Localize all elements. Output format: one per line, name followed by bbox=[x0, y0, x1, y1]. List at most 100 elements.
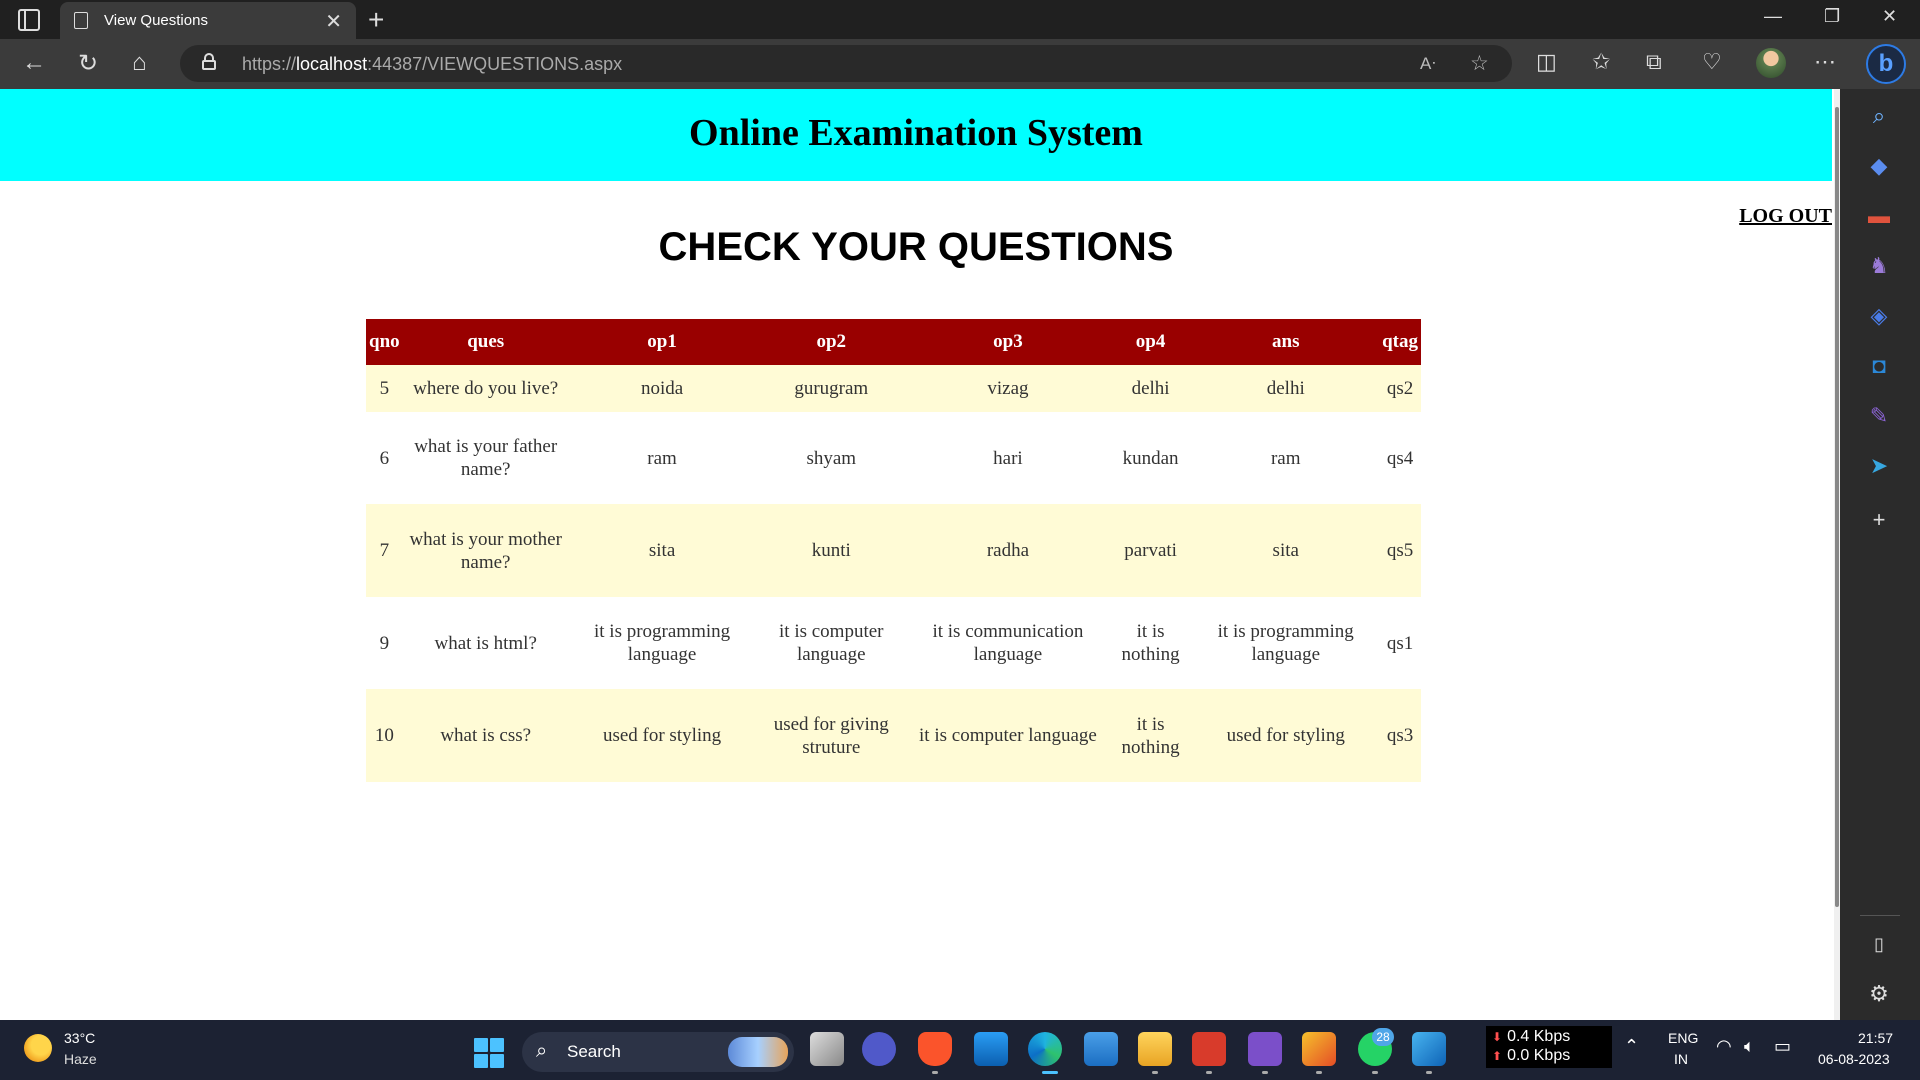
site-title: Online Examination System bbox=[689, 112, 1143, 154]
tab-actions-icon[interactable] bbox=[18, 9, 40, 31]
cell-ques: what is your mother name? bbox=[402, 504, 569, 597]
copilot-icon[interactable]: ◈ bbox=[1864, 301, 1894, 331]
cell-qtag: qs4 bbox=[1379, 412, 1421, 504]
cell-qno: 9 bbox=[366, 597, 403, 689]
lock-icon[interactable] bbox=[202, 53, 216, 70]
remote-desktop-icon[interactable] bbox=[974, 1032, 1008, 1066]
tab-title: View Questions bbox=[104, 12, 208, 29]
battery-icon[interactable]: ▭ bbox=[1774, 1036, 1791, 1057]
profile-avatar[interactable] bbox=[1756, 48, 1786, 78]
bing-copilot-icon[interactable]: b bbox=[1866, 44, 1906, 84]
cell-ans: it is programming language bbox=[1192, 597, 1380, 689]
favorites-icon[interactable]: ✩ bbox=[1592, 49, 1610, 75]
address-bar[interactable]: https://localhost:44387/VIEWQUESTIONS.as… bbox=[180, 45, 1512, 82]
cell-ques: what is your father name? bbox=[402, 412, 569, 504]
cell-qno: 10 bbox=[366, 689, 403, 782]
refresh-icon[interactable]: ↻ bbox=[78, 49, 98, 78]
brave-browser-icon[interactable] bbox=[918, 1032, 952, 1066]
cell-qtag: qs2 bbox=[1379, 365, 1421, 412]
more-options-icon[interactable]: ⋯ bbox=[1814, 49, 1836, 75]
close-tab-icon[interactable]: ✕ bbox=[325, 9, 342, 34]
table-row: 10 what is css? used for styling used fo… bbox=[366, 689, 1421, 782]
sticky-notes-icon[interactable] bbox=[1302, 1032, 1336, 1066]
download-speed: ⬇ 0.4 Kbps bbox=[1492, 1028, 1571, 1045]
column-header: op1 bbox=[568, 319, 756, 365]
wps-office-icon[interactable] bbox=[1192, 1032, 1226, 1066]
games-icon[interactable]: ♞ bbox=[1864, 251, 1894, 281]
cell-qno: 6 bbox=[366, 412, 403, 504]
teams-chat-icon[interactable] bbox=[862, 1032, 896, 1066]
taskbar-search[interactable]: ⌕ Search bbox=[522, 1032, 794, 1072]
questions-table: qno ques op1 op2 op3 op4 ans qtag 5 wher… bbox=[366, 319, 1421, 782]
add-icon[interactable]: + bbox=[1864, 505, 1894, 535]
column-header: op4 bbox=[1108, 319, 1193, 365]
cell-qtag: qs3 bbox=[1379, 689, 1421, 782]
taskbar: 33°C Haze ⌕ Search 28 ⬇0.4 Kbps ⬆0.0 K bbox=[0, 1020, 1920, 1080]
task-view-icon[interactable] bbox=[810, 1032, 844, 1066]
wifi-icon[interactable]: ◠ bbox=[1716, 1036, 1732, 1057]
language-indicator[interactable]: ENG bbox=[1668, 1030, 1698, 1046]
table-row: 9 what is html? it is programming langua… bbox=[366, 597, 1421, 689]
clock-time[interactable]: 21:57 bbox=[1858, 1030, 1893, 1046]
hide-sidebar-icon[interactable]: ▯ bbox=[1864, 929, 1894, 959]
region-indicator[interactable]: IN bbox=[1674, 1051, 1688, 1067]
file-explorer-icon[interactable] bbox=[1138, 1032, 1172, 1066]
restore-button[interactable]: ❐ bbox=[1824, 6, 1840, 27]
visual-studio-icon[interactable] bbox=[1248, 1032, 1282, 1066]
web-page: Online Examination System LOG OUT CHECK … bbox=[0, 89, 1834, 1020]
cell-qtag: qs5 bbox=[1379, 504, 1421, 597]
url-text[interactable]: https://localhost:44387/VIEWQUESTIONS.as… bbox=[242, 54, 622, 75]
shopping-tag-icon[interactable]: ◆ bbox=[1864, 151, 1894, 181]
minimize-button[interactable]: — bbox=[1764, 6, 1782, 27]
tab-view-questions[interactable]: View Questions ✕ bbox=[60, 2, 356, 39]
photos-icon[interactable] bbox=[1412, 1032, 1446, 1066]
weather-description[interactable]: Haze bbox=[64, 1051, 97, 1067]
running-indicator bbox=[1316, 1071, 1322, 1074]
cell-op3: radha bbox=[907, 504, 1109, 597]
close-window-button[interactable]: ✕ bbox=[1882, 6, 1897, 27]
favorite-star-icon[interactable]: ☆ bbox=[1470, 51, 1489, 76]
cell-qno: 5 bbox=[366, 365, 403, 412]
chevron-up-icon[interactable]: ⌃ bbox=[1624, 1036, 1639, 1057]
tab-bar: View Questions ✕ + — ❐ ✕ bbox=[0, 0, 1920, 39]
active-indicator bbox=[1042, 1071, 1058, 1074]
notification-badge: 28 bbox=[1372, 1028, 1394, 1046]
edge-browser-icon[interactable] bbox=[1028, 1032, 1062, 1066]
designer-icon[interactable]: ✎ bbox=[1864, 401, 1894, 431]
clock-date[interactable]: 06-08-2023 bbox=[1818, 1051, 1890, 1067]
outlook-icon[interactable]: ◘ bbox=[1864, 351, 1894, 381]
running-indicator bbox=[1372, 1071, 1378, 1074]
cell-op3: hari bbox=[907, 412, 1109, 504]
back-icon[interactable]: ← bbox=[22, 49, 46, 77]
tools-icon[interactable]: ▬ bbox=[1864, 201, 1894, 231]
weather-temperature[interactable]: 33°C bbox=[64, 1030, 95, 1046]
cell-ans: sita bbox=[1192, 504, 1380, 597]
new-tab-button[interactable]: + bbox=[368, 4, 384, 36]
upload-speed: ⬆ 0.0 Kbps bbox=[1492, 1047, 1571, 1064]
cell-op4: it is nothing bbox=[1108, 689, 1193, 782]
scrollbar-thumb[interactable] bbox=[1835, 107, 1839, 907]
cell-ques: what is css? bbox=[402, 689, 569, 782]
send-icon[interactable]: ➤ bbox=[1864, 451, 1894, 481]
search-icon[interactable]: ⌕ bbox=[1864, 101, 1894, 131]
mail-icon[interactable] bbox=[1084, 1032, 1118, 1066]
search-icon: ⌕ bbox=[536, 1040, 548, 1062]
cell-op2: kunti bbox=[755, 504, 908, 597]
split-screen-icon[interactable]: ◫ bbox=[1536, 49, 1557, 75]
home-icon[interactable]: ⌂ bbox=[132, 49, 147, 77]
cell-op4: kundan bbox=[1108, 412, 1193, 504]
read-aloud-icon[interactable]: Aᐧ bbox=[1420, 54, 1436, 74]
column-header: qno bbox=[366, 319, 403, 365]
collections-icon[interactable]: ⧉ bbox=[1646, 49, 1662, 75]
performance-icon[interactable]: ♡ bbox=[1702, 49, 1722, 75]
settings-gear-icon[interactable]: ⚙ bbox=[1864, 979, 1894, 1009]
cell-op4: it is nothing bbox=[1108, 597, 1193, 689]
volume-icon[interactable]: 🔈︎ bbox=[1744, 1036, 1755, 1057]
cell-op2: used for giving struture bbox=[755, 689, 908, 782]
cell-op3: vizag bbox=[907, 365, 1109, 412]
start-button[interactable] bbox=[474, 1038, 504, 1068]
weather-sun-icon[interactable] bbox=[24, 1034, 52, 1062]
cell-op4: delhi bbox=[1108, 365, 1193, 412]
search-highlight-image bbox=[728, 1037, 788, 1067]
running-indicator bbox=[1152, 1071, 1158, 1074]
